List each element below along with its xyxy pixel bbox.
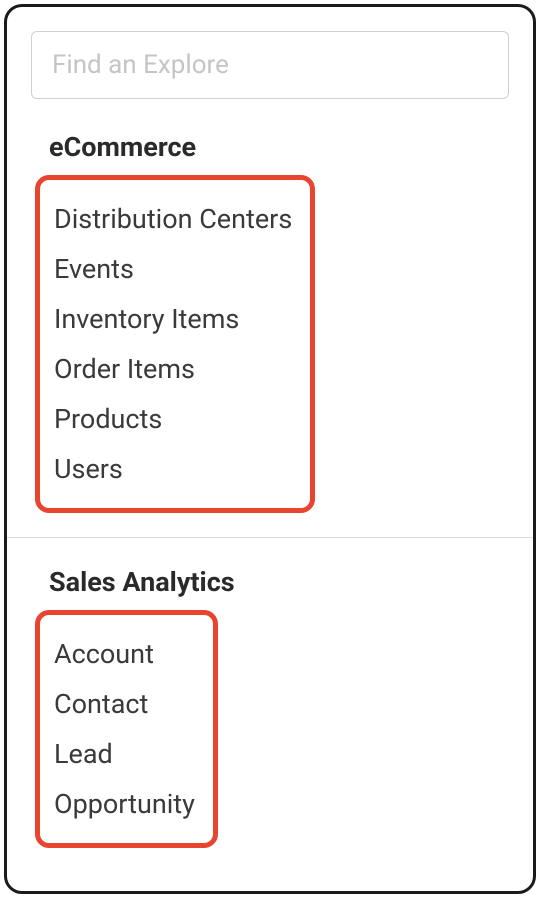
explore-item-users[interactable]: Users (54, 444, 292, 494)
explore-item-inventory-items[interactable]: Inventory Items (54, 294, 292, 344)
explore-item-contact[interactable]: Contact (54, 679, 195, 729)
search-input[interactable] (31, 31, 509, 99)
section-header-ecommerce: eCommerce (31, 131, 509, 163)
explore-item-account[interactable]: Account (54, 629, 195, 679)
explore-panel: eCommerce Distribution Centers Events In… (4, 4, 536, 894)
explore-item-lead[interactable]: Lead (54, 729, 195, 779)
section-ecommerce: eCommerce Distribution Centers Events In… (31, 131, 509, 513)
highlight-box-sales-analytics: Account Contact Lead Opportunity (35, 610, 218, 848)
section-header-sales-analytics: Sales Analytics (31, 566, 509, 598)
explore-item-opportunity[interactable]: Opportunity (54, 779, 195, 829)
explore-item-products[interactable]: Products (54, 394, 292, 444)
explore-item-order-items[interactable]: Order Items (54, 344, 292, 394)
section-sales-analytics: Sales Analytics Account Contact Lead Opp… (31, 566, 509, 848)
explore-item-distribution-centers[interactable]: Distribution Centers (54, 194, 292, 244)
panel-content: eCommerce Distribution Centers Events In… (7, 7, 533, 848)
highlight-box-ecommerce: Distribution Centers Events Inventory It… (35, 175, 315, 513)
explore-item-events[interactable]: Events (54, 244, 292, 294)
section-divider (7, 537, 533, 538)
